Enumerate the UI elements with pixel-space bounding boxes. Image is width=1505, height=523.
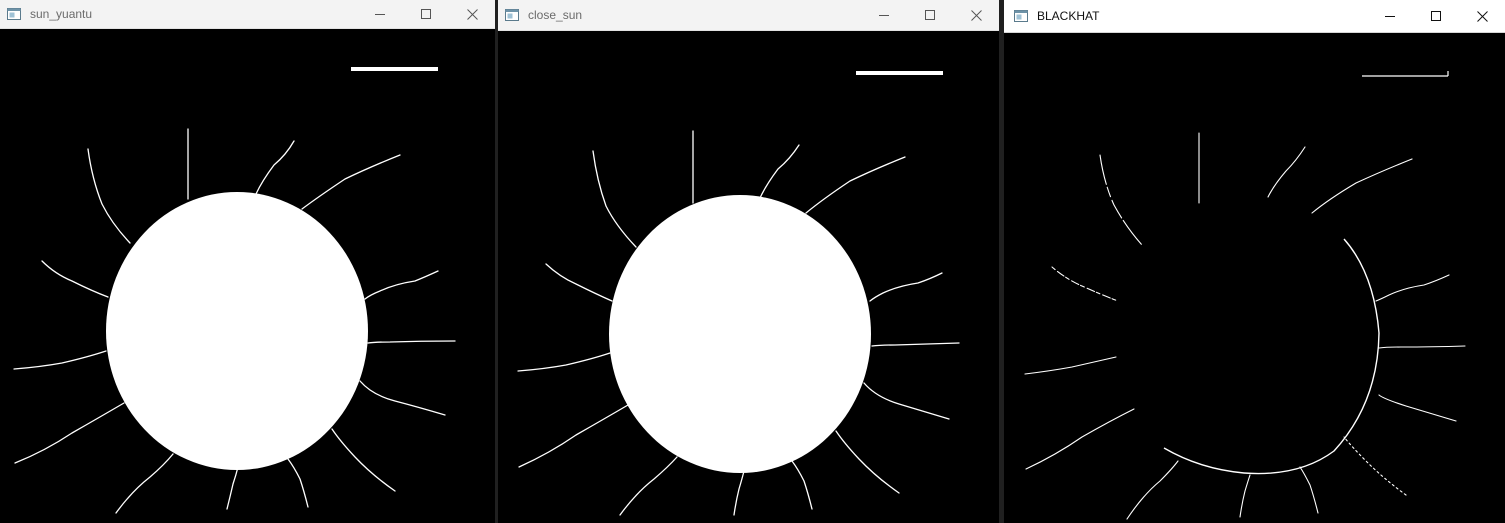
sun-image <box>0 29 495 523</box>
sun-disc <box>106 192 368 470</box>
minimize-button[interactable] <box>357 0 403 28</box>
sun-image <box>498 31 999 523</box>
white-bar <box>856 71 943 75</box>
minimize-icon <box>1385 16 1395 17</box>
image-canvas <box>1004 33 1505 523</box>
minimize-button[interactable] <box>861 0 907 30</box>
close-button[interactable] <box>953 0 999 30</box>
image-canvas <box>0 29 495 523</box>
blackhat-image <box>1004 33 1505 523</box>
minimize-icon <box>879 15 889 16</box>
window-titlebar[interactable]: sun_yuantu <box>0 0 495 29</box>
close-icon <box>1476 10 1488 22</box>
close-button[interactable] <box>449 0 495 28</box>
close-button[interactable] <box>1459 0 1505 32</box>
maximize-button[interactable] <box>1413 0 1459 32</box>
window-sun-yuantu[interactable]: sun_yuantu <box>0 0 495 523</box>
maximize-icon <box>925 10 935 20</box>
sun-disc <box>609 195 871 473</box>
white-bar <box>351 67 438 71</box>
window-close-sun[interactable]: close_sun <box>498 0 999 523</box>
maximize-icon <box>421 9 431 19</box>
window-titlebar[interactable]: close_sun <box>498 0 999 31</box>
maximize-icon <box>1431 11 1441 21</box>
minimize-icon <box>375 14 385 15</box>
window-title: sun_yuantu <box>30 7 93 21</box>
opencv-window-icon <box>7 8 21 20</box>
maximize-button[interactable] <box>403 0 449 28</box>
close-icon <box>970 9 982 21</box>
window-title: close_sun <box>528 8 583 22</box>
opencv-window-icon <box>1014 10 1028 22</box>
window-titlebar[interactable]: BLACKHAT <box>1004 0 1505 33</box>
maximize-button[interactable] <box>907 0 953 30</box>
window-title: BLACKHAT <box>1037 9 1100 23</box>
image-canvas <box>498 31 999 523</box>
minimize-button[interactable] <box>1367 0 1413 32</box>
opencv-window-icon <box>505 9 519 21</box>
close-icon <box>466 8 478 20</box>
window-blackhat[interactable]: BLACKHAT <box>1004 0 1505 523</box>
